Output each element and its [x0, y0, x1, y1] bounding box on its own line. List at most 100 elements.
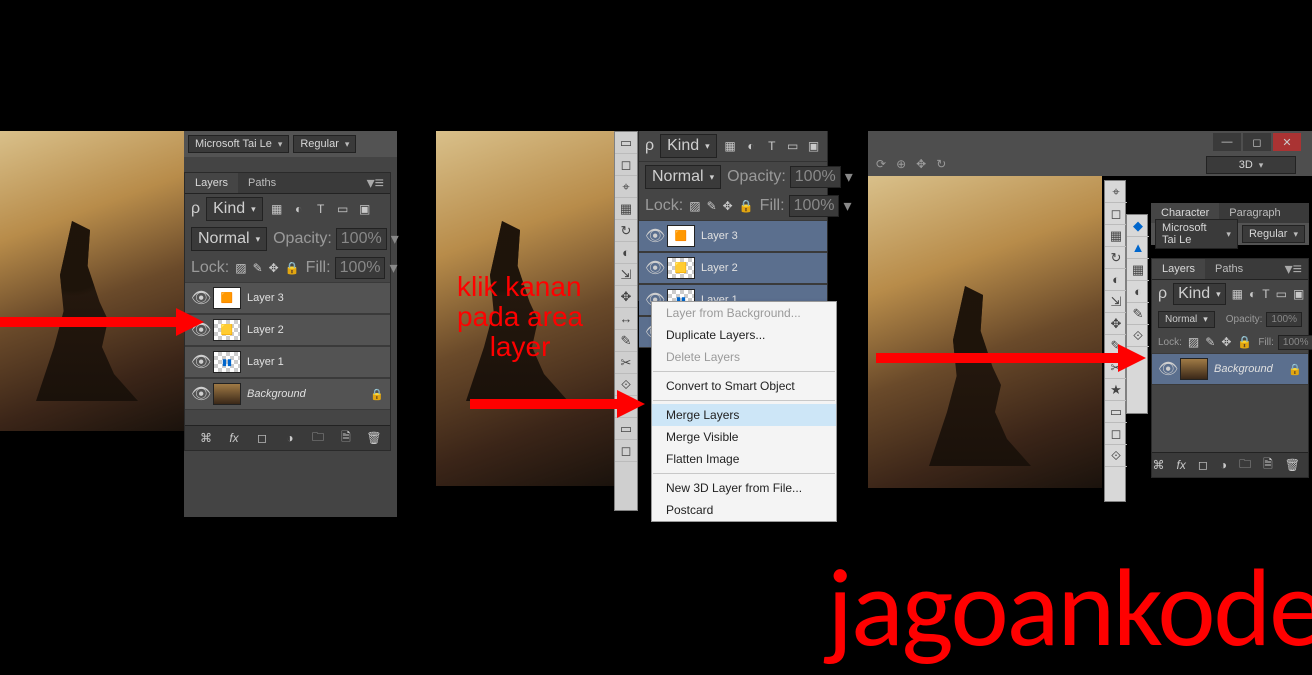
new-layer-icon[interactable]: 🗎 — [1263, 457, 1273, 473]
tool-icon[interactable]: ▦ — [1127, 259, 1149, 281]
eye-icon[interactable]: 👁 — [645, 226, 661, 246]
window-restore-button[interactable]: ◻ — [1243, 133, 1271, 151]
trash-icon[interactable]: 🗑 — [1285, 457, 1300, 473]
blend-mode-select[interactable]: Normal — [191, 227, 267, 251]
fx-icon[interactable]: fx — [1177, 457, 1186, 473]
tool-icon[interactable]: ◻ — [1105, 203, 1127, 225]
filter-type-icon[interactable]: T — [1262, 286, 1269, 302]
tool-icon[interactable]: ◻ — [1105, 423, 1127, 445]
filter-image-icon[interactable]: ▦ — [269, 201, 285, 217]
lock-pos-icon[interactable]: ✥ — [269, 260, 279, 276]
filter-shape-icon[interactable]: ▭ — [335, 201, 351, 217]
fx-icon[interactable]: fx — [226, 430, 242, 446]
lock-all-icon[interactable]: 🔒 — [1237, 334, 1252, 350]
ctx-merge-visible[interactable]: Merge Visible — [652, 426, 836, 448]
ctx-new-3d-layer[interactable]: New 3D Layer from File... — [652, 477, 836, 499]
filter-adjust-icon[interactable]: ◐ — [1249, 286, 1256, 302]
eye-icon[interactable]: 👁 — [191, 384, 207, 404]
tool-icon[interactable]: ↻ — [1105, 247, 1127, 269]
layer-filter-kind[interactable]: Kind — [206, 197, 263, 221]
layer-row[interactable]: 👁 🟧 Layer 3 — [185, 282, 390, 314]
window-minimize-button[interactable]: — — [1213, 133, 1241, 151]
panel-menu-icon[interactable]: ▾≡ — [361, 173, 390, 193]
lock-paint-icon[interactable]: ✎ — [707, 198, 717, 214]
layer-filter-kind[interactable]: Kind — [660, 134, 717, 158]
group-icon[interactable]: 🗀 — [310, 430, 326, 446]
tool-icon[interactable]: ◐ — [1105, 269, 1127, 291]
lock-all-icon[interactable]: 🔒 — [739, 198, 754, 214]
layer-row[interactable]: 👁 🟨 Layer 2 — [185, 314, 390, 346]
tool-icon[interactable]: ⌖ — [615, 176, 637, 198]
group-icon[interactable]: 🗀 — [1239, 457, 1251, 473]
nav-icon[interactable]: ⊕ — [896, 157, 906, 171]
tool-icon[interactable]: ✥ — [615, 286, 637, 308]
tool-icon[interactable]: ✎ — [615, 330, 637, 352]
lock-paint-icon[interactable]: ✎ — [1205, 334, 1215, 350]
layer-filter-kind[interactable]: Kind — [1173, 283, 1226, 305]
tool-icon[interactable]: ◐ — [615, 242, 637, 264]
layer-row[interactable]: 👁 ▮▮ Layer 1 — [185, 346, 390, 378]
fill-adjust-icon[interactable]: ◑ — [282, 430, 298, 446]
filter-shape-icon[interactable]: ▭ — [785, 138, 800, 154]
fill-value[interactable]: 100% — [789, 195, 840, 217]
ctx-merge-layers[interactable]: Merge Layers — [652, 404, 836, 426]
tool-icon[interactable]: ◻ — [615, 440, 637, 462]
fill-adjust-icon[interactable]: ◑ — [1220, 457, 1227, 473]
nav-icon[interactable]: ✥ — [916, 157, 926, 171]
tool-icon[interactable]: ↻ — [615, 220, 637, 242]
tool-icon[interactable]: ◻ — [615, 154, 637, 176]
tool-icon[interactable]: ✥ — [1105, 313, 1127, 335]
ctx-duplicate-layers[interactable]: Duplicate Layers... — [652, 324, 836, 346]
nav-icon[interactable]: ⟳ — [876, 157, 886, 171]
tool-icon[interactable]: ▭ — [615, 132, 637, 154]
eye-icon[interactable]: 👁 — [191, 352, 207, 372]
fill-value[interactable]: 100% — [335, 257, 386, 279]
tool-icon[interactable]: ⟐ — [1105, 445, 1127, 467]
filter-type-icon[interactable]: T — [313, 201, 329, 217]
eye-icon[interactable]: 👁 — [645, 258, 661, 278]
eye-icon[interactable]: 👁 — [191, 288, 207, 308]
filter-adjust-icon[interactable]: ◐ — [291, 201, 307, 217]
mask-icon[interactable]: ◻ — [1198, 457, 1208, 473]
opacity-value[interactable]: 100% — [1266, 312, 1302, 327]
tool-icon[interactable]: ▲ — [1127, 237, 1149, 259]
opacity-value[interactable]: 100% — [790, 166, 841, 188]
font-family-select[interactable]: Microsoft Tai Le — [1155, 219, 1238, 249]
mask-icon[interactable]: ◻ — [254, 430, 270, 446]
tab-paths[interactable]: Paths — [238, 173, 286, 193]
filter-adjust-icon[interactable]: ◐ — [744, 138, 759, 154]
lock-trans-icon[interactable]: ▨ — [689, 198, 700, 214]
filter-smart-icon[interactable]: ▣ — [357, 201, 373, 217]
fill-value[interactable]: 100% — [1278, 335, 1312, 350]
tool-icon[interactable]: ⇲ — [615, 264, 637, 286]
tool-icon[interactable]: ⌖ — [1105, 181, 1127, 203]
eye-icon[interactable]: 👁 — [1158, 359, 1174, 379]
tool-icon[interactable]: ▭ — [615, 418, 637, 440]
3d-mode-select[interactable]: 3D — [1206, 156, 1296, 174]
tool-icon[interactable]: ⇲ — [1105, 291, 1127, 313]
ctx-postcard[interactable]: Postcard — [652, 499, 836, 521]
lock-pos-icon[interactable]: ✥ — [1221, 334, 1231, 350]
tab-layers[interactable]: Layers — [1152, 259, 1205, 279]
link-icon[interactable]: ⌘ — [198, 430, 214, 446]
blend-mode-select[interactable]: Normal — [1158, 311, 1215, 328]
lock-trans-icon[interactable]: ▨ — [235, 260, 246, 276]
ctx-convert-smart-object[interactable]: Convert to Smart Object — [652, 375, 836, 397]
tool-icon[interactable]: ◆ — [1127, 215, 1149, 237]
layer-row[interactable]: 👁🟨Layer 2 — [639, 252, 827, 284]
tool-icon[interactable]: ↔ — [615, 308, 637, 330]
window-close-button[interactable]: ✕ — [1273, 133, 1301, 151]
filter-type-icon[interactable]: T — [764, 138, 779, 154]
opacity-value[interactable]: 100% — [336, 228, 387, 250]
tab-layers[interactable]: Layers — [185, 173, 238, 193]
filter-smart-icon[interactable]: ▣ — [1293, 286, 1304, 302]
font-style-select[interactable]: Regular — [1242, 225, 1305, 243]
layer-row[interactable]: 👁 Background 🔒 — [1152, 353, 1308, 385]
font-style-select[interactable]: Regular — [293, 135, 356, 153]
layer-row[interactable]: 👁🟧Layer 3 — [639, 220, 827, 252]
panel-menu-icon[interactable]: ▾≡ — [1279, 259, 1308, 279]
filter-smart-icon[interactable]: ▣ — [806, 138, 821, 154]
tool-icon[interactable]: ✂ — [615, 352, 637, 374]
nav-icon[interactable]: ↻ — [936, 157, 946, 171]
lock-paint-icon[interactable]: ✎ — [253, 260, 263, 276]
